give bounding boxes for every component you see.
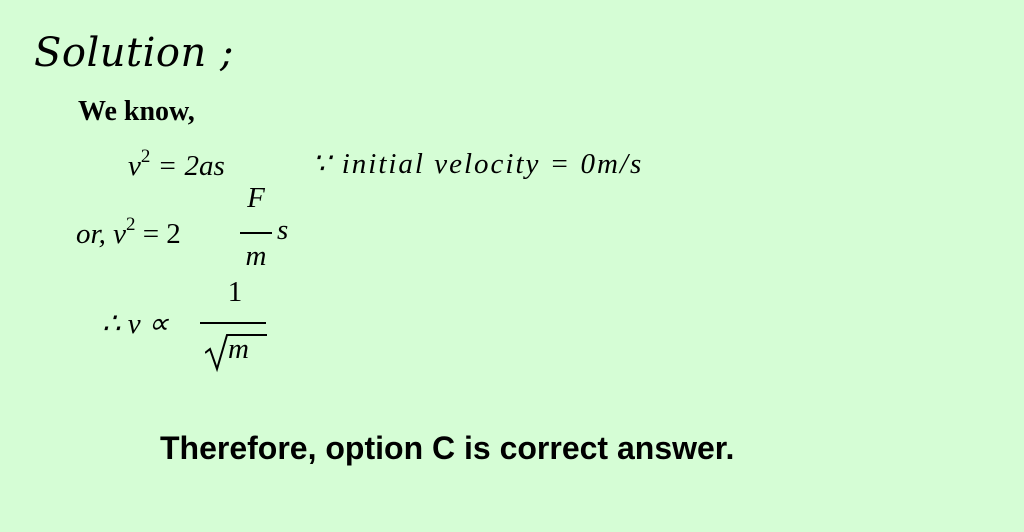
eq1-rhs: = 2as (150, 150, 225, 182)
proportionality-numerator: 1 (227, 276, 243, 308)
conclusion-text: Therefore, option C is correct answer. (160, 430, 735, 466)
equation-force-s: s (277, 214, 289, 246)
fraction-numerator-f: F (247, 182, 265, 214)
equation-condition: ∵ initial velocity = 0m/s (312, 148, 644, 180)
equation-force-left: or, v2 = 2 (76, 214, 181, 251)
equation-kinematics: v2 = 2as (128, 146, 225, 183)
eq1-power: 2 (140, 146, 151, 167)
proportionality-fraction-bar (200, 322, 266, 324)
fraction-denominator-m: m (245, 240, 267, 272)
intro-text: We know, (78, 96, 195, 127)
proportionality-lhs: ∴ v ∝ (102, 308, 169, 340)
solution-heading: Solution ; (34, 30, 234, 76)
eq2-prefix: or, v (76, 218, 126, 250)
fraction-bar (240, 232, 272, 234)
eq1-lhs: v (128, 150, 141, 182)
proportionality-radicand: m (228, 333, 249, 365)
eq2-mid: = 2 (135, 218, 181, 250)
